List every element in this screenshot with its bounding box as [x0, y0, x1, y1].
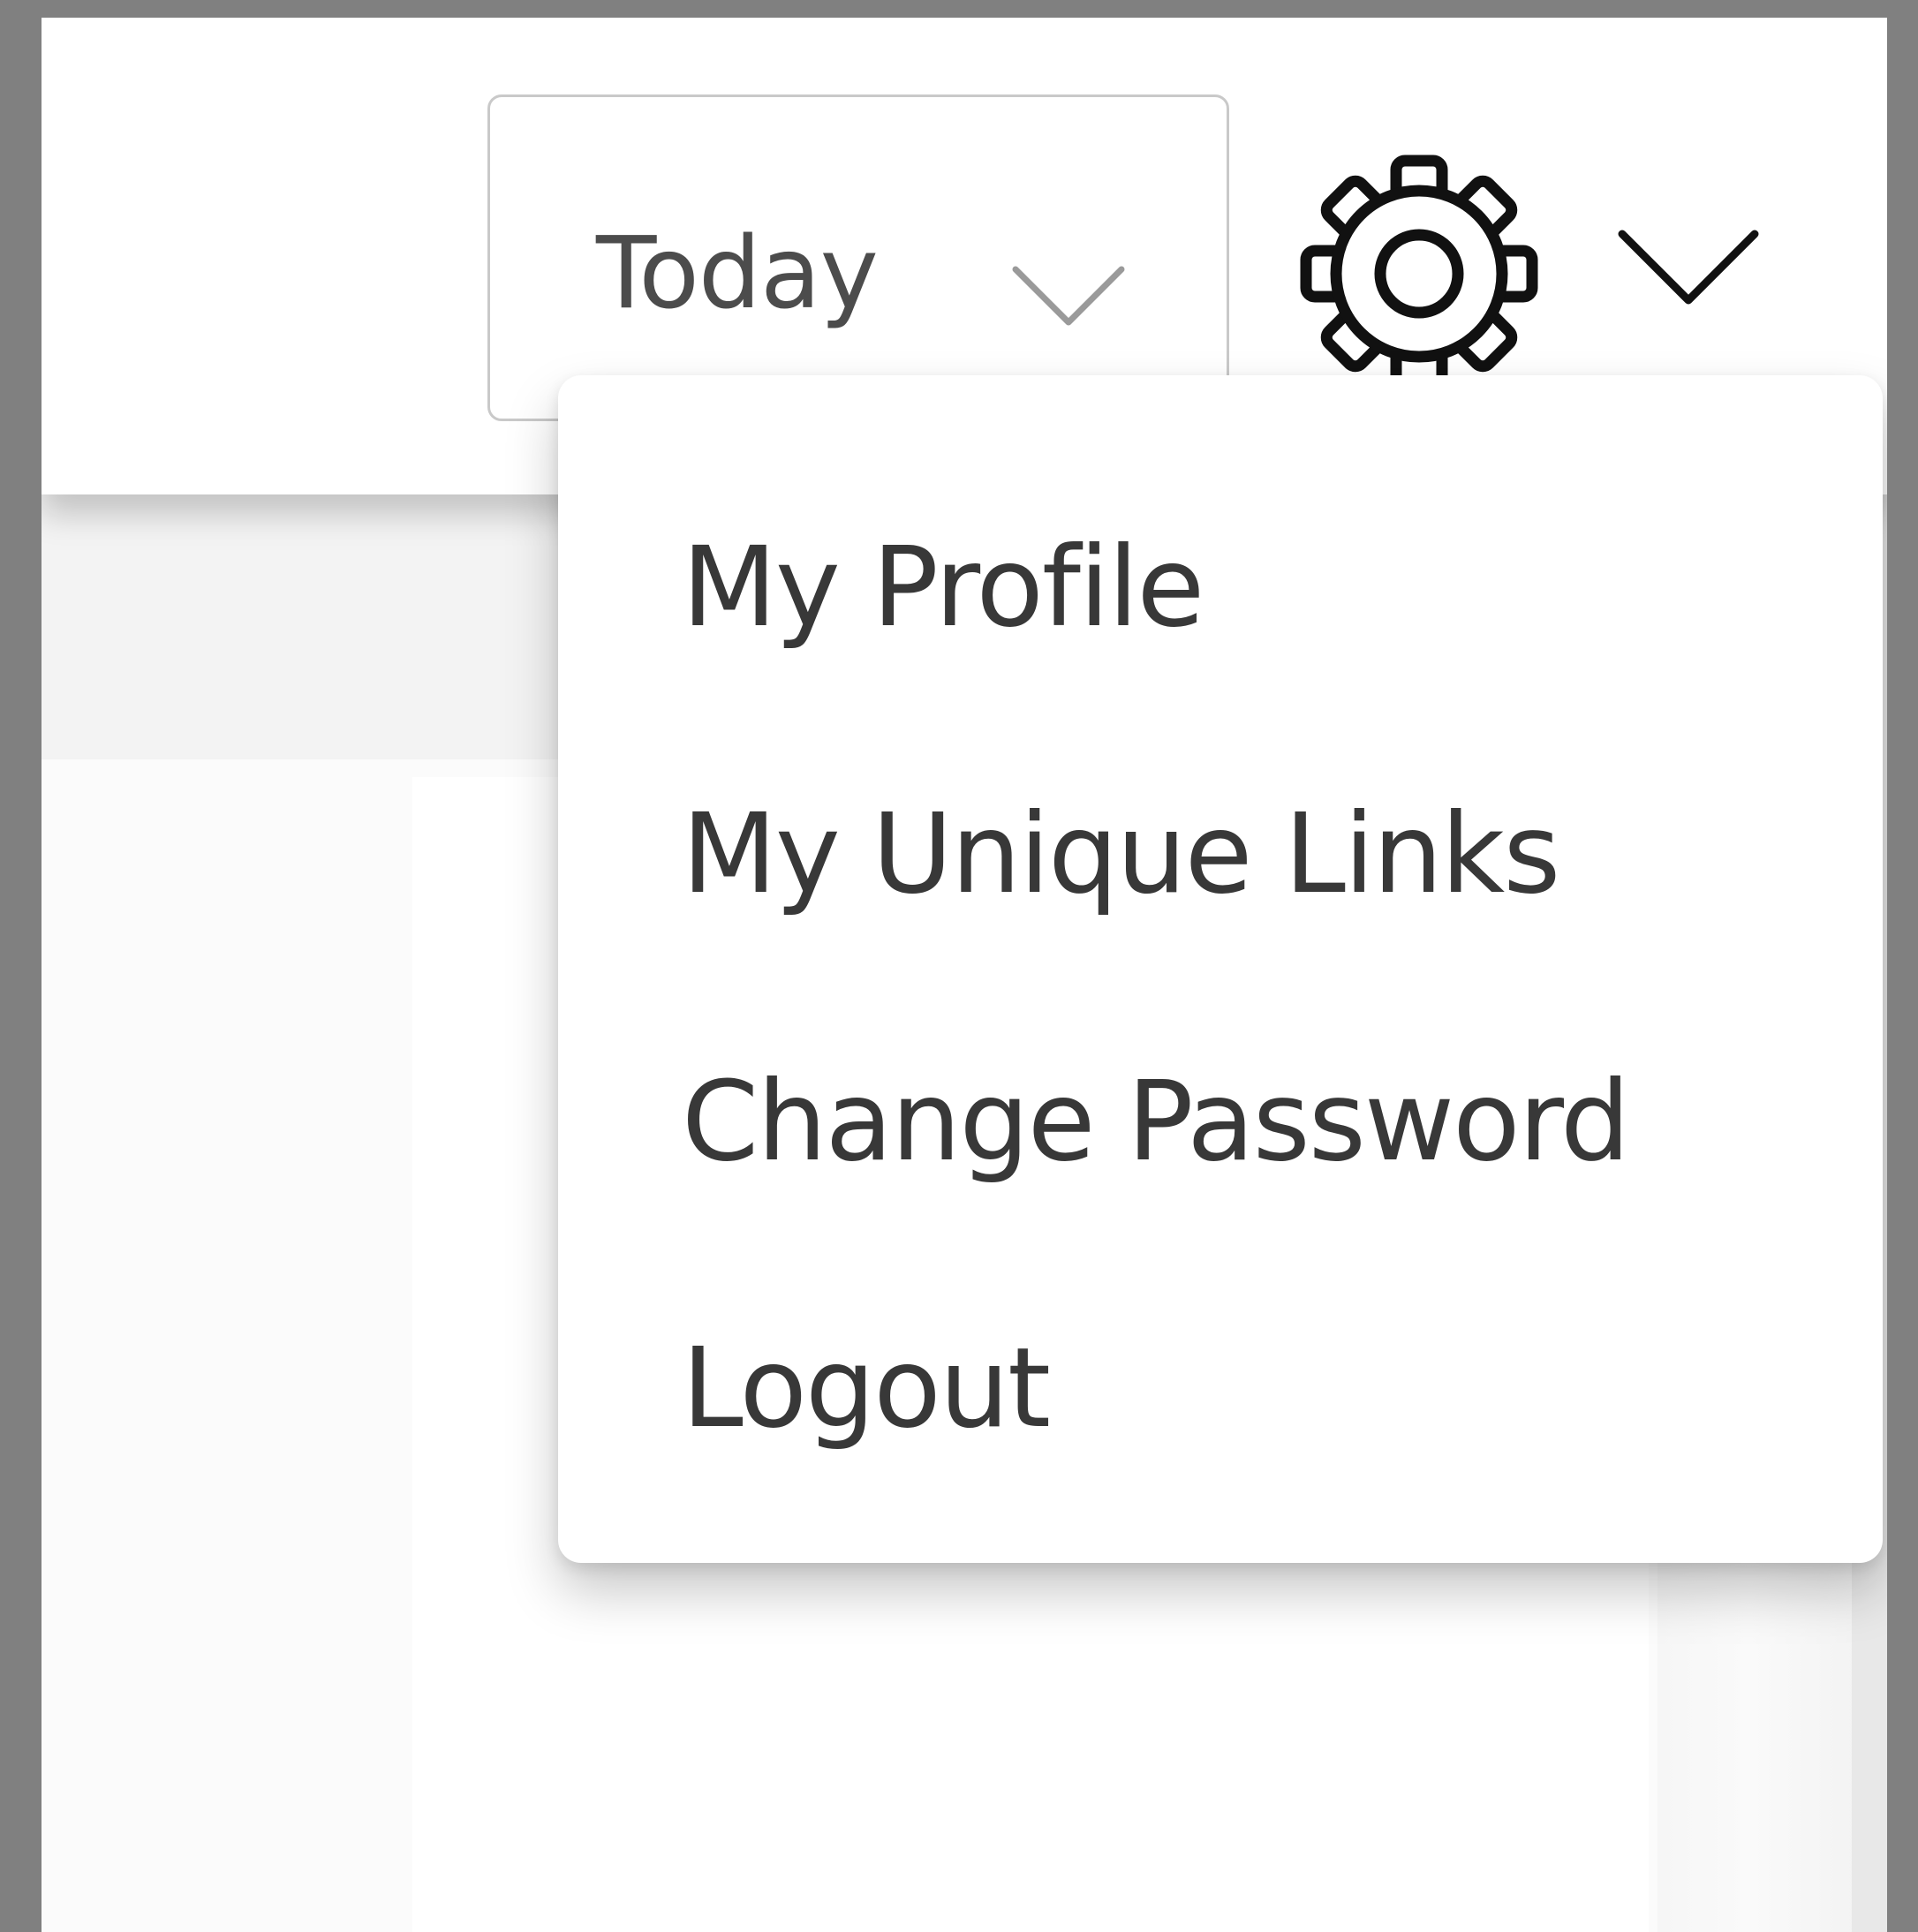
chevron-down-icon	[1012, 266, 1125, 326]
menu-item-my-profile[interactable]: My Profile	[558, 455, 1883, 720]
chevron-down-icon[interactable]	[1613, 221, 1763, 318]
menu-item-my-unique-links[interactable]: My Unique Links	[558, 721, 1883, 986]
gear-icon[interactable]	[1287, 141, 1552, 406]
profile-dropdown-menu: My Profile My Unique Links Change Passwo…	[558, 375, 1883, 1563]
menu-item-change-password[interactable]: Change Password	[558, 989, 1883, 1254]
menu-item-logout[interactable]: Logout	[558, 1256, 1883, 1521]
app-frame: Today My Profile My Unique Links Change …	[42, 18, 1887, 1932]
date-range-select[interactable]: Today	[487, 94, 1229, 421]
date-range-value: Today	[596, 216, 879, 331]
